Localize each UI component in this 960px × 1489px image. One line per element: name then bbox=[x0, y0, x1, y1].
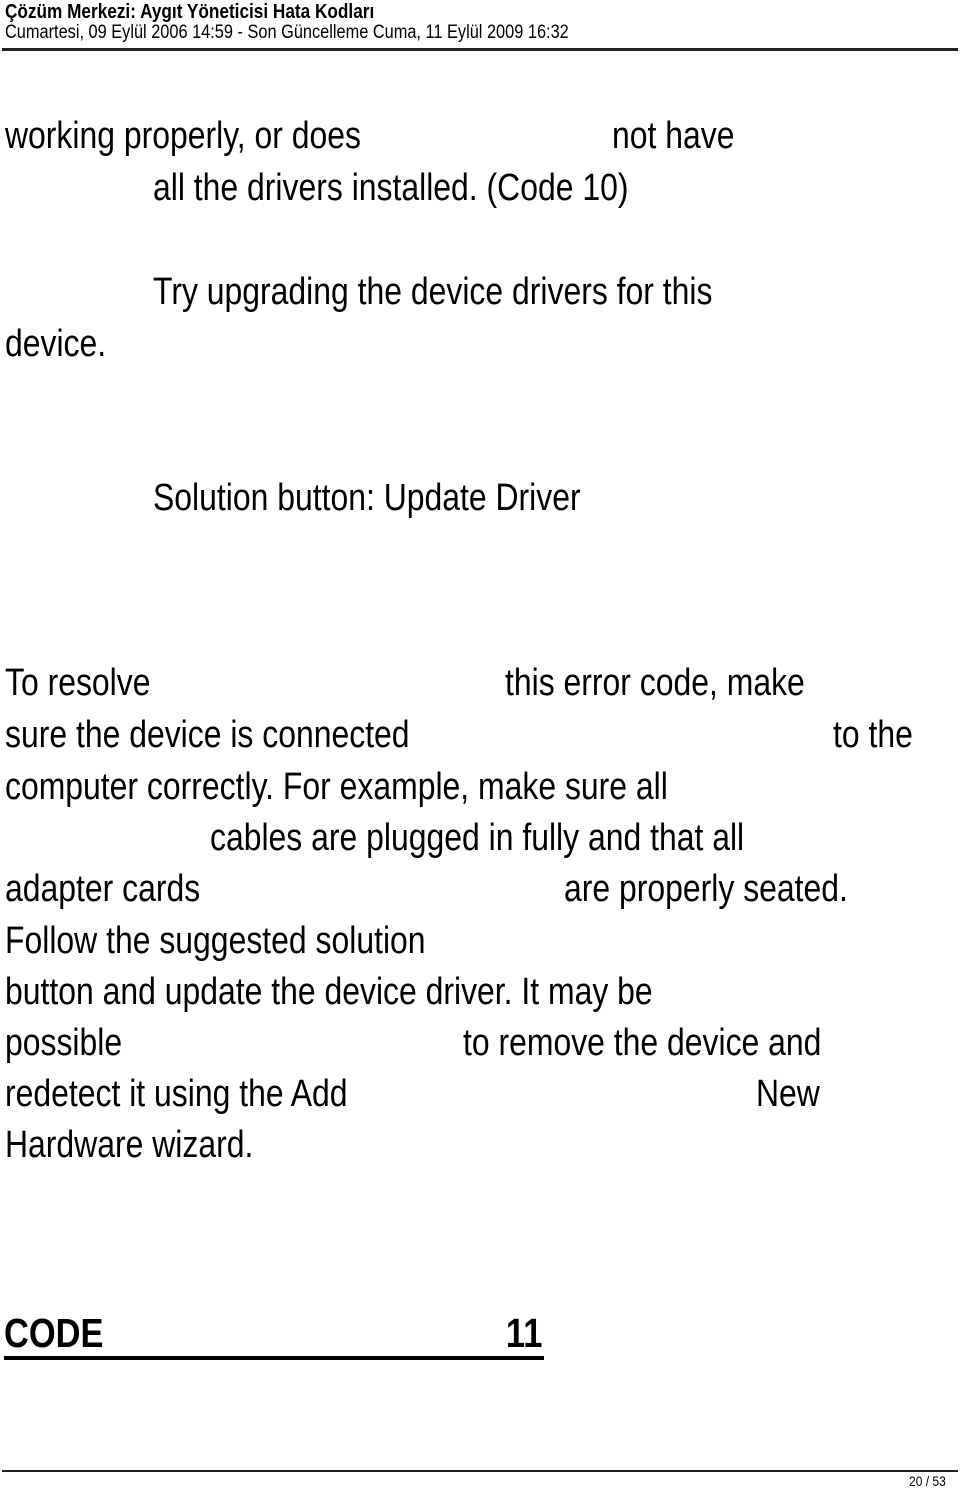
code-label: CODE bbox=[4, 1310, 122, 1356]
text-fragment: cables are plugged in fully and that all bbox=[210, 817, 745, 859]
code-number-text: 11 bbox=[505, 1310, 542, 1356]
text-line: this error code, make bbox=[505, 661, 862, 705]
text-fragment: this error code, make bbox=[505, 662, 805, 704]
text-line: possible bbox=[5, 1021, 144, 1065]
text-fragment: button and update the device driver. It … bbox=[5, 971, 653, 1013]
text-fragment: To resolve bbox=[5, 662, 151, 704]
footer-divider bbox=[2, 1470, 958, 1472]
text-fragment: Hardware wizard. bbox=[5, 1124, 254, 1166]
text-line: New bbox=[756, 1072, 832, 1116]
text-line: to the bbox=[833, 713, 928, 757]
text-line: not have bbox=[612, 114, 758, 158]
text-line: working properly, or does bbox=[5, 114, 429, 158]
text-line: computer correctly. For example, make su… bbox=[5, 765, 794, 809]
code-number: 11 bbox=[499, 1310, 542, 1356]
text-fragment: to remove the device and bbox=[463, 1022, 822, 1064]
text-line: all the drivers installed. (Code 10) bbox=[153, 166, 719, 210]
text-line: adapter cards bbox=[5, 867, 237, 911]
header-divider bbox=[2, 48, 958, 51]
text-fragment: working properly, or does bbox=[5, 115, 362, 157]
text-fragment: sure the device is connected bbox=[5, 714, 410, 756]
text-fragment: are properly seated. bbox=[564, 868, 848, 910]
section-heading-code: CODE 11 bbox=[4, 1310, 544, 1360]
text-fragment: possible bbox=[5, 1022, 123, 1064]
text-line: To resolve bbox=[5, 661, 178, 705]
text-line: button and update the device driver. It … bbox=[5, 970, 776, 1014]
text-line: Try upgrading the device drivers for thi… bbox=[153, 270, 819, 314]
text-fragment: not have bbox=[612, 115, 735, 157]
text-line: are properly seated. bbox=[564, 867, 902, 911]
code-label-text: CODE bbox=[4, 1310, 104, 1356]
text-fragment: to the bbox=[833, 714, 913, 756]
text-fragment: adapter cards bbox=[5, 868, 201, 910]
solution-line: Solution button: Update Driver bbox=[153, 476, 662, 520]
text-line: device. bbox=[5, 322, 125, 366]
text-fragment: New bbox=[756, 1073, 820, 1115]
text-line: cables are plugged in fully and that all bbox=[210, 816, 846, 860]
text-fragment: device. bbox=[5, 323, 107, 365]
text-fragment: Try upgrading the device drivers for thi… bbox=[153, 271, 713, 313]
text-line: to remove the device and bbox=[463, 1021, 890, 1065]
text-fragment: all the drivers installed. (Code 10) bbox=[153, 167, 629, 209]
document-date-line: Cumartesi, 09 Eylül 2006 14:59 - Son Gün… bbox=[5, 21, 661, 45]
text-fragment: computer correctly. For example, make su… bbox=[5, 766, 668, 808]
document-date-text: Cumartesi, 09 Eylül 2006 14:59 - Son Gün… bbox=[5, 22, 569, 43]
text-line: redetect it using the Add bbox=[5, 1072, 413, 1116]
text-fragment: Follow the suggested solution bbox=[5, 920, 426, 962]
text-line: sure the device is connected bbox=[5, 713, 487, 757]
text-fragment: Solution button: Update Driver bbox=[153, 477, 581, 519]
text-line: Hardware wizard. bbox=[5, 1123, 301, 1167]
text-fragment: redetect it using the Add bbox=[5, 1073, 348, 1115]
text-line: Follow the suggested solution bbox=[5, 919, 506, 963]
